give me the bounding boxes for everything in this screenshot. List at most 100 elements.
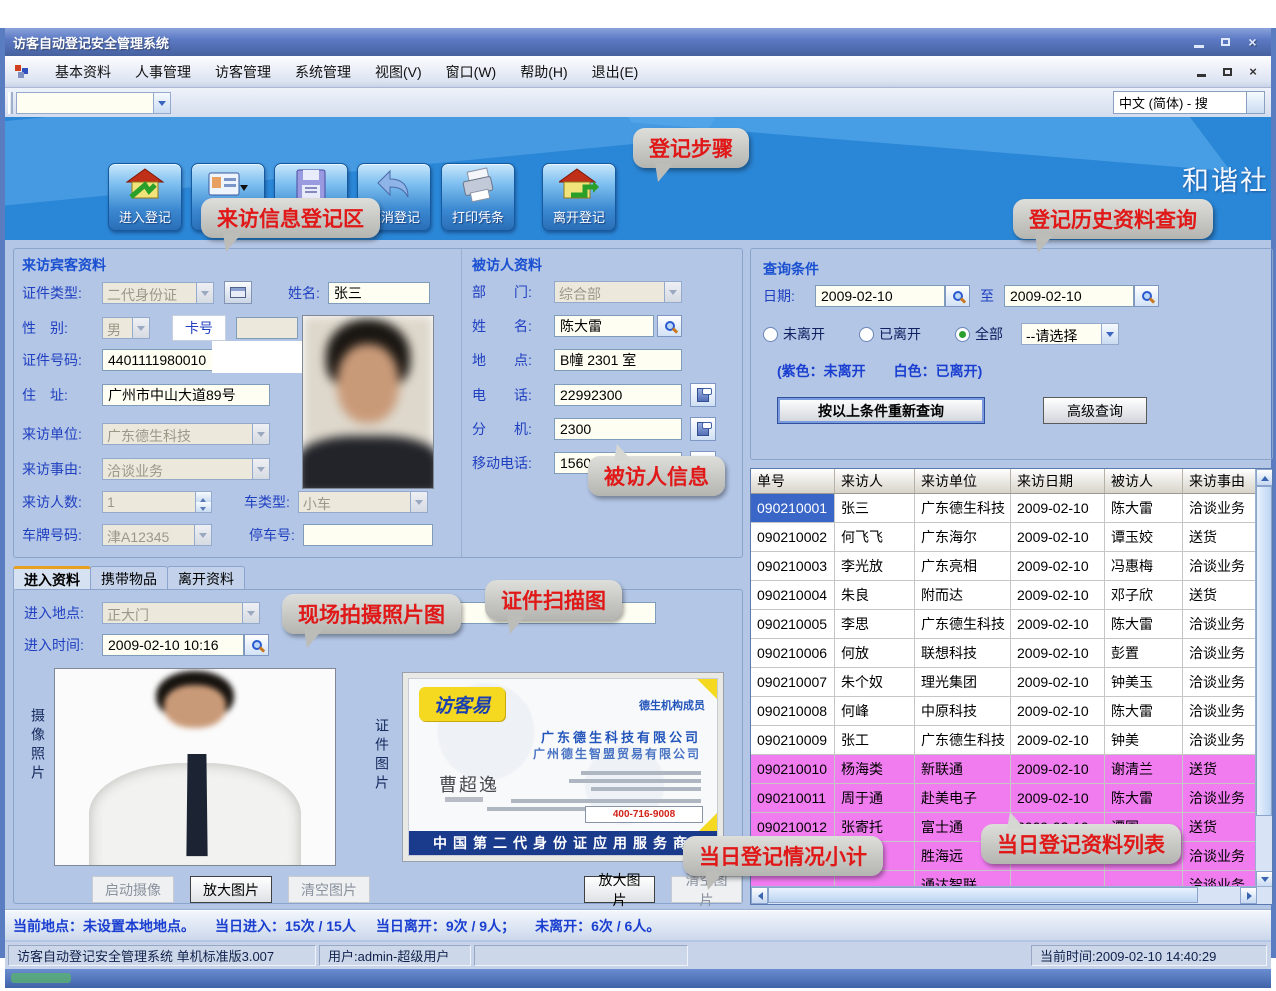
vehicle-type-combo[interactable]: 小车	[298, 491, 428, 513]
table-cell[interactable]: 2009-02-10	[1011, 581, 1105, 609]
card-reader-button[interactable]	[224, 281, 252, 304]
chevron-down-icon[interactable]	[252, 424, 269, 444]
entry-location-combo[interactable]: 正大门	[102, 602, 260, 624]
table-cell[interactable]: 李光放	[835, 552, 915, 580]
table-cell[interactable]: 2009-02-10	[1011, 755, 1105, 783]
table-cell[interactable]: 谭玉姣	[1105, 523, 1183, 551]
table-cell[interactable]: 送货	[1183, 581, 1257, 609]
table-row[interactable]: 090210001张三广东德生科技2009-02-10陈大雷洽谈业务	[751, 494, 1272, 523]
table-vscrollbar[interactable]	[1255, 469, 1272, 888]
table-cell[interactable]: 朱良	[835, 581, 915, 609]
table-cell[interactable]: 张三	[835, 494, 915, 522]
scroll-up-icon[interactable]	[1256, 469, 1273, 486]
chevron-down-icon[interactable]	[1101, 324, 1118, 344]
table-cell[interactable]: 理光集团	[915, 668, 1011, 696]
table-cell[interactable]: 附而达	[915, 581, 1011, 609]
table-cell[interactable]: 090210006	[751, 639, 835, 667]
table-cell[interactable]: 中原科技	[915, 697, 1011, 725]
menu-item-basic[interactable]: 基本资料	[43, 58, 123, 86]
table-row[interactable]: 090210005李思广东德生科技2009-02-10陈大雷洽谈业务	[751, 610, 1272, 639]
tab-entry-info[interactable]: 进入资料	[13, 566, 91, 590]
radio-left[interactable]	[859, 327, 874, 342]
visit-reason-combo[interactable]: 洽谈业务	[102, 458, 270, 480]
table-row[interactable]: 090210007朱个奴理光集团2009-02-10钟美玉洽谈业务	[751, 668, 1272, 697]
menu-item-hr[interactable]: 人事管理	[123, 58, 203, 86]
table-cell[interactable]: 何峰	[835, 697, 915, 725]
table-cell[interactable]: 2009-02-10	[1011, 639, 1105, 667]
zoom-card-button[interactable]: 放大图片	[584, 876, 655, 903]
table-cell[interactable]: 090210007	[751, 668, 835, 696]
scroll-right-icon[interactable]	[1240, 887, 1257, 904]
quick-combo[interactable]	[16, 92, 171, 114]
table-row[interactable]: 090210010杨海类新联通2009-02-10谢清兰送货	[751, 755, 1272, 784]
entry-time-picker-button[interactable]	[244, 634, 269, 656]
chevron-down-icon[interactable]	[132, 318, 149, 338]
column-header[interactable]: 来访单位	[915, 469, 1011, 493]
table-cell[interactable]: 陈大雷	[1105, 494, 1183, 522]
table-cell[interactable]: 090210002	[751, 523, 835, 551]
column-header[interactable]: 来访事由	[1183, 469, 1257, 493]
table-cell[interactable]: 赴美电子	[915, 784, 1011, 812]
table-cell[interactable]: 洽谈业务	[1183, 552, 1257, 580]
table-cell[interactable]: 2009-02-10	[1011, 494, 1105, 522]
table-cell[interactable]: 钟美	[1105, 726, 1183, 754]
column-header[interactable]: 来访日期	[1011, 469, 1105, 493]
plate-combo[interactable]: 津A12345	[102, 524, 212, 546]
table-cell[interactable]: 2009-02-10	[1011, 610, 1105, 638]
table-cell[interactable]: 陈大雷	[1105, 610, 1183, 638]
table-cell[interactable]: 联想科技	[915, 639, 1011, 667]
table-cell[interactable]: 090210005	[751, 610, 835, 638]
cert-type-combo[interactable]: 二代身份证	[102, 282, 214, 304]
zoom-photo-button[interactable]: 放大图片	[190, 876, 272, 903]
chevron-down-icon[interactable]	[1246, 92, 1264, 113]
filter-combo[interactable]: --请选择	[1021, 323, 1119, 345]
date-from-picker-button[interactable]	[945, 285, 970, 307]
call-phone-button[interactable]	[690, 383, 716, 407]
entry-time-input[interactable]	[102, 634, 244, 656]
table-cell[interactable]: 洽谈业务	[1183, 639, 1257, 667]
table-cell[interactable]: 广东海尔	[915, 523, 1011, 551]
table-cell[interactable]: 送货	[1183, 755, 1257, 783]
table-cell[interactable]: 洽谈业务	[1183, 726, 1257, 754]
vscroll-thumb[interactable]	[1256, 486, 1272, 816]
host-search-button[interactable]	[657, 315, 682, 337]
host-name-input[interactable]	[554, 315, 654, 337]
call-ext-button[interactable]	[690, 417, 716, 441]
table-cell[interactable]: 2009-02-10	[1011, 726, 1105, 754]
table-cell[interactable]: 张工	[835, 726, 915, 754]
table-cell[interactable]: 090210004	[751, 581, 835, 609]
table-cell[interactable]: 洽谈业务	[1183, 610, 1257, 638]
table-cell[interactable]: 090210003	[751, 552, 835, 580]
spin-up-icon[interactable]	[196, 492, 211, 502]
chevron-down-icon[interactable]	[194, 525, 211, 545]
table-row[interactable]: 090210004朱良附而达2009-02-10邓子欣送货	[751, 581, 1272, 610]
table-cell[interactable]: 洽谈业务	[1183, 784, 1257, 812]
ext-input[interactable]	[554, 418, 682, 440]
visitor-count-spinner[interactable]: 1	[102, 491, 212, 513]
table-cell[interactable]: 洽谈业务	[1183, 842, 1257, 870]
chevron-down-icon[interactable]	[410, 492, 427, 512]
table-cell[interactable]: 朱个奴	[835, 668, 915, 696]
table-cell[interactable]: 广东亮相	[915, 552, 1011, 580]
mdi-restore-icon[interactable]	[1219, 64, 1235, 79]
card-no-input[interactable]	[236, 317, 298, 339]
menu-item-window[interactable]: 窗口(W)	[434, 58, 509, 86]
date-to-input[interactable]	[1004, 285, 1134, 307]
chevron-down-icon[interactable]	[153, 93, 170, 113]
table-cell[interactable]: 2009-02-10	[1011, 668, 1105, 696]
menu-item-view[interactable]: 视图(V)	[363, 58, 434, 86]
gender-combo[interactable]: 男	[102, 317, 150, 339]
table-row[interactable]: 090210009张工广东德生科技2009-02-10钟美洽谈业务	[751, 726, 1272, 755]
table-cell[interactable]: 洽谈业务	[1183, 697, 1257, 725]
table-cell[interactable]: 彭置	[1105, 639, 1183, 667]
table-cell[interactable]: 2009-02-10	[1011, 784, 1105, 812]
hscroll-thumb[interactable]	[768, 887, 1198, 903]
table-cell[interactable]: 新联通	[915, 755, 1011, 783]
chevron-down-icon[interactable]	[196, 283, 213, 303]
table-cell[interactable]: 送货	[1183, 523, 1257, 551]
menu-item-system[interactable]: 系统管理	[283, 58, 363, 86]
table-cell[interactable]: 广东德生科技	[915, 494, 1011, 522]
tab-leave-info[interactable]: 离开资料	[167, 566, 245, 590]
mdi-close-icon[interactable]: ×	[1245, 64, 1261, 79]
table-cell[interactable]: 陈大雷	[1105, 784, 1183, 812]
